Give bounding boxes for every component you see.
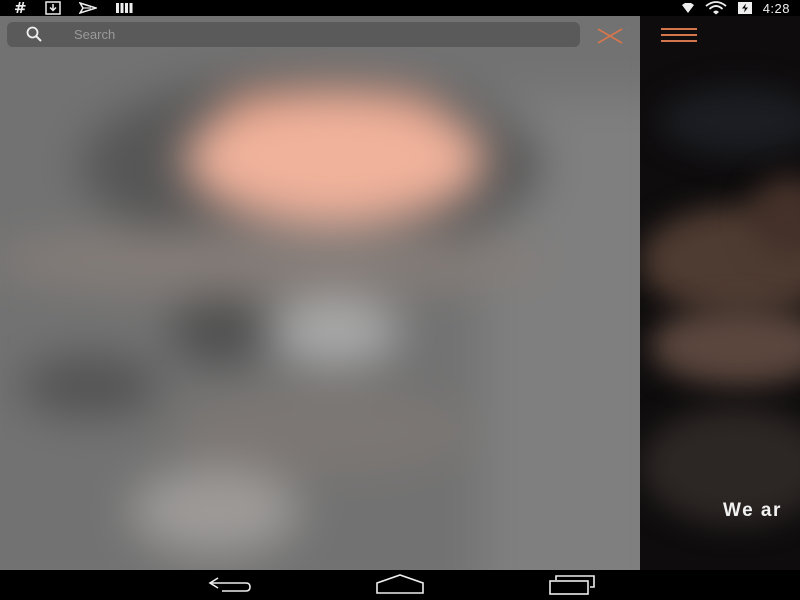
status-time: 4:28: [762, 0, 790, 16]
home-icon[interactable]: [375, 574, 425, 596]
wifi-icon: [705, 1, 727, 15]
content-panel: [640, 16, 800, 570]
search-input[interactable]: [70, 22, 570, 47]
blurred-background: [0, 16, 640, 570]
welcome-text: We ar: [723, 500, 782, 521]
signal-bars-icon: [115, 3, 133, 13]
status-bar-right: 4:28: [681, 0, 790, 16]
hero-image-region: [650, 306, 800, 386]
location-icon: [681, 3, 694, 13]
status-bar: # 4:28: [0, 0, 800, 16]
search-icon[interactable]: [26, 26, 42, 42]
close-icon[interactable]: [595, 26, 625, 46]
back-icon[interactable]: [206, 574, 252, 596]
download-icon: [44, 1, 61, 15]
search-drawer: [0, 16, 640, 570]
battery-icon: [737, 2, 752, 14]
hero-image-region: [660, 86, 800, 156]
airplane-icon: [78, 2, 97, 14]
hamburger-menu-icon[interactable]: [660, 24, 698, 46]
status-bar-left: #: [14, 0, 133, 16]
navigation-bar: [0, 570, 800, 600]
hash-icon: #: [14, 0, 27, 17]
recents-icon[interactable]: [548, 574, 596, 596]
